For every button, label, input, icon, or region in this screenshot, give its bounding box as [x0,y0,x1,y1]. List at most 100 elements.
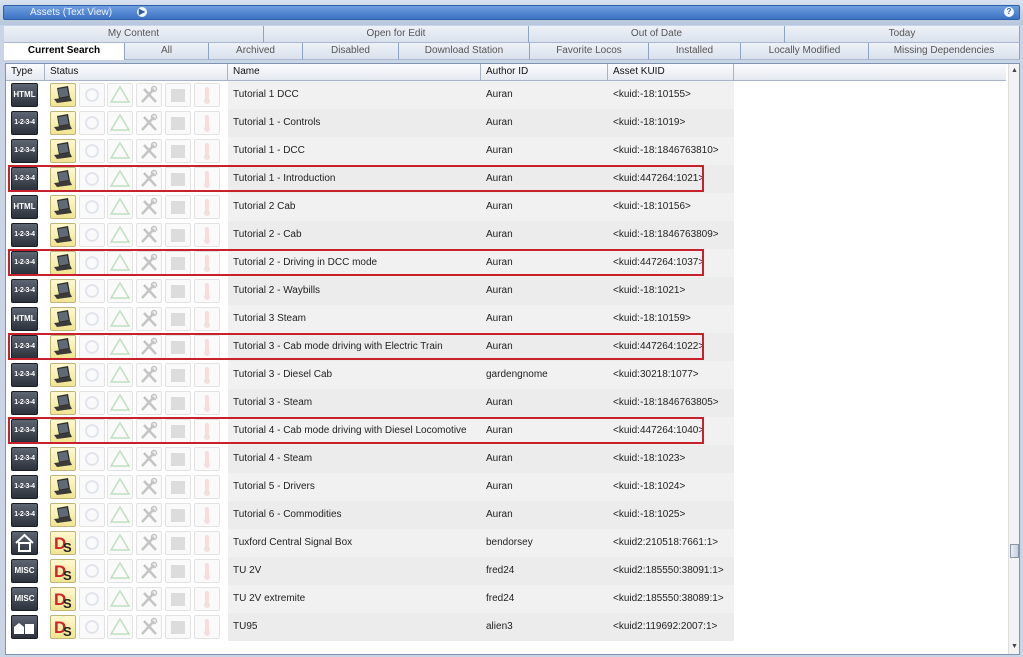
tab-installed[interactable]: Installed [649,43,741,60]
tab-disabled[interactable]: Disabled [303,43,399,60]
house-icon [11,531,38,555]
panel-menu-icon[interactable]: ▶ [137,7,147,17]
column-status[interactable]: Status [45,64,228,80]
asset-kuid: <kuid:-18:1021> [613,285,686,296]
thermometer-status-icon [194,447,220,471]
asset-type-icon: 1-2-3-4 [11,503,38,527]
table-row[interactable]: 1-2-3-4 Tutorial 5 - Drivers Auran <kuid:-1… [6,473,1006,501]
table-row[interactable]: HTML Tutorial 1 DCC Auran <kuid:-18:10155> [6,81,1006,109]
tools-status-icon [136,447,162,471]
tab-favorite-locos[interactable]: Favorite Locos [530,43,649,60]
tools-status-icon [136,391,162,415]
asset-name: Tutorial 3 - Steam [233,397,313,408]
buildings-icon [11,615,38,639]
package-status-icon [165,279,191,303]
author-id: Auran [486,509,513,520]
tab-archived[interactable]: Archived [209,43,303,60]
thermometer-status-icon [194,531,220,555]
thermometer-status-icon [194,307,220,331]
scroll-thumb[interactable] [1010,544,1019,558]
tab-missing-dependencies[interactable]: Missing Dependencies [869,43,1020,60]
tools-status-icon [136,559,162,583]
package-status-icon [165,559,191,583]
column-name[interactable]: Name [228,64,481,80]
scroll-up-icon[interactable]: ▲ [1010,66,1019,76]
thermometer-status-icon [194,139,220,163]
tab-download-station[interactable]: Download Station [399,43,530,60]
table-row[interactable]: 1-2-3-4 Tutorial 2 - Waybills Auran <kuid:-… [6,277,1006,305]
highlight-box [8,249,704,276]
table-row[interactable]: 1-2-3-4 Tutorial 3 - Cab mode driving wit… [6,333,1006,361]
thermometer-status-icon [194,391,220,415]
table-row[interactable]: 1-2-3-4 Tutorial 1 - Controls Auran <kuid:-… [6,109,1006,137]
column-header-row: Type Status Name Author ID Asset KUID [6,64,1006,81]
table-row[interactable]: 1-2-3-4 Tutorial 4 - Cab mode driving wit… [6,417,1006,445]
vertical-scrollbar[interactable]: ▲ ▼ [1008,64,1019,654]
refresh-status-icon [79,195,105,219]
tab-today[interactable]: Today [785,26,1020,43]
help-icon[interactable]: ? [1004,7,1014,17]
laptop-icon [50,83,76,107]
package-status-icon [165,195,191,219]
asset-type-icon: 1-2-3-4 [11,139,38,163]
refresh-status-icon [79,391,105,415]
tools-status-icon [136,615,162,639]
table-row[interactable]: 1-2-3-4 Tutorial 1 - Introduction Auran <ku… [6,165,1006,193]
asset-name: Tutorial 3 Steam [233,313,306,324]
warning-status-icon [107,83,133,107]
tools-status-icon [136,307,162,331]
refresh-status-icon [79,531,105,555]
svg-text:S: S [63,624,72,638]
table-row[interactable]: 1-2-3-4 Tutorial 3 - Diesel Cab gardengnom… [6,361,1006,389]
table-row[interactable]: 1-2-3-4 Tutorial 6 - Commodities Auran <kui… [6,501,1006,529]
column-asset-kuid[interactable]: Asset KUID [608,64,734,80]
scroll-down-icon[interactable]: ▼ [1010,642,1019,652]
table-row[interactable]: 1-2-3-4 Tutorial 3 - Steam Auran <kuid:-18:… [6,389,1006,417]
tools-status-icon [136,531,162,555]
table-row[interactable]: 1-2-3-4 Tutorial 1 - DCC Auran <kuid:-18:18… [6,137,1006,165]
tab-my-content[interactable]: My Content [4,26,264,43]
panel-header: Assets (Text View) ▶ ? [3,5,1020,20]
asset-kuid: <kuid:-18:10155> [613,89,691,100]
table-row[interactable]: 1-2-3-4 Tutorial 4 - Steam Auran <kuid:-18:… [6,445,1006,473]
laptop-icon [50,363,76,387]
package-status-icon [165,475,191,499]
warning-status-icon [107,475,133,499]
asset-name: TU 2V extremite [233,593,306,604]
thermometer-status-icon [194,559,220,583]
table-row[interactable]: MISC D S TU 2V fred24 <kuid2:185550:38091:1> [6,557,1006,585]
tab-current-search[interactable]: Current Search [4,43,125,60]
table-row[interactable]: MISC D S TU 2V extremite fred24 <kuid2:185550… [6,585,1006,613]
package-status-icon [165,223,191,247]
tab-locally-modified[interactable]: Locally Modified [741,43,869,60]
tab-all[interactable]: All [125,43,209,60]
warning-status-icon [107,531,133,555]
refresh-status-icon [79,503,105,527]
refresh-status-icon [79,363,105,387]
table-row[interactable]: D S Tuxford Central Signal Box bendorsey <ku… [6,529,1006,557]
table-row[interactable]: 1-2-3-4 Tutorial 2 - Driving in DCC mode A… [6,249,1006,277]
column-type[interactable]: Type [6,64,45,80]
download-station-icon: DS [50,559,76,583]
author-id: gardengnome [486,369,548,380]
warning-status-icon [107,615,133,639]
laptop-icon [50,447,76,471]
asset-type-icon: 1-2-3-4 [11,111,38,135]
thermometer-status-icon [194,111,220,135]
asset-kuid: <kuid2:185550:38089:1> [613,593,724,604]
asset-name: Tutorial 2 Cab [233,201,296,212]
table-row[interactable]: 1-2-3-4 Tutorial 2 - Cab Auran <kuid:-18:18… [6,221,1006,249]
asset-name: Tutorial 4 - Steam [233,453,313,464]
tab-open-for-edit[interactable]: Open for Edit [264,26,529,43]
table-row[interactable]: HTML Tutorial 3 Steam Auran <kuid:-18:10159… [6,305,1006,333]
refresh-status-icon [79,587,105,611]
download-station-icon: DS [50,615,76,639]
asset-name: Tutorial 1 - Controls [233,117,321,128]
tab-out-of-date[interactable]: Out of Date [529,26,785,43]
laptop-icon [50,307,76,331]
asset-type-icon: MISC [11,587,38,611]
refresh-status-icon [79,559,105,583]
table-row[interactable]: HTML Tutorial 2 Cab Auran <kuid:-18:10156> [6,193,1006,221]
column-author-id[interactable]: Author ID [481,64,608,80]
table-row[interactable]: D S TU95 alien3 <kuid2:119692:2007:1> [6,613,1006,641]
